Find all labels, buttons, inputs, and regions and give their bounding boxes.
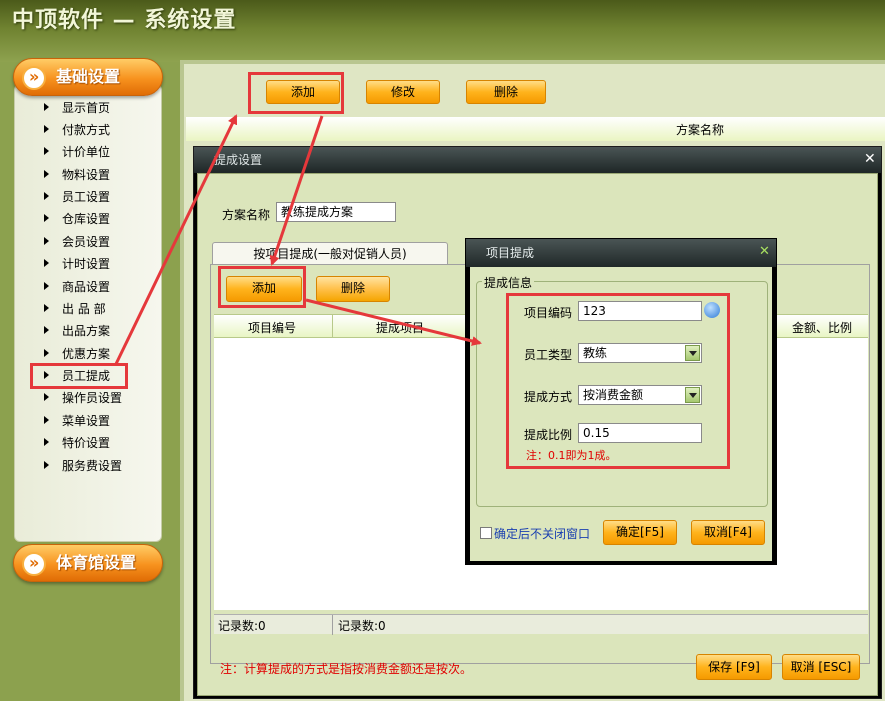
annotation-arrows (114, 114, 482, 365)
arrow-line (305, 298, 482, 346)
arrow-line (269, 115, 324, 266)
arrow-line (114, 114, 238, 365)
